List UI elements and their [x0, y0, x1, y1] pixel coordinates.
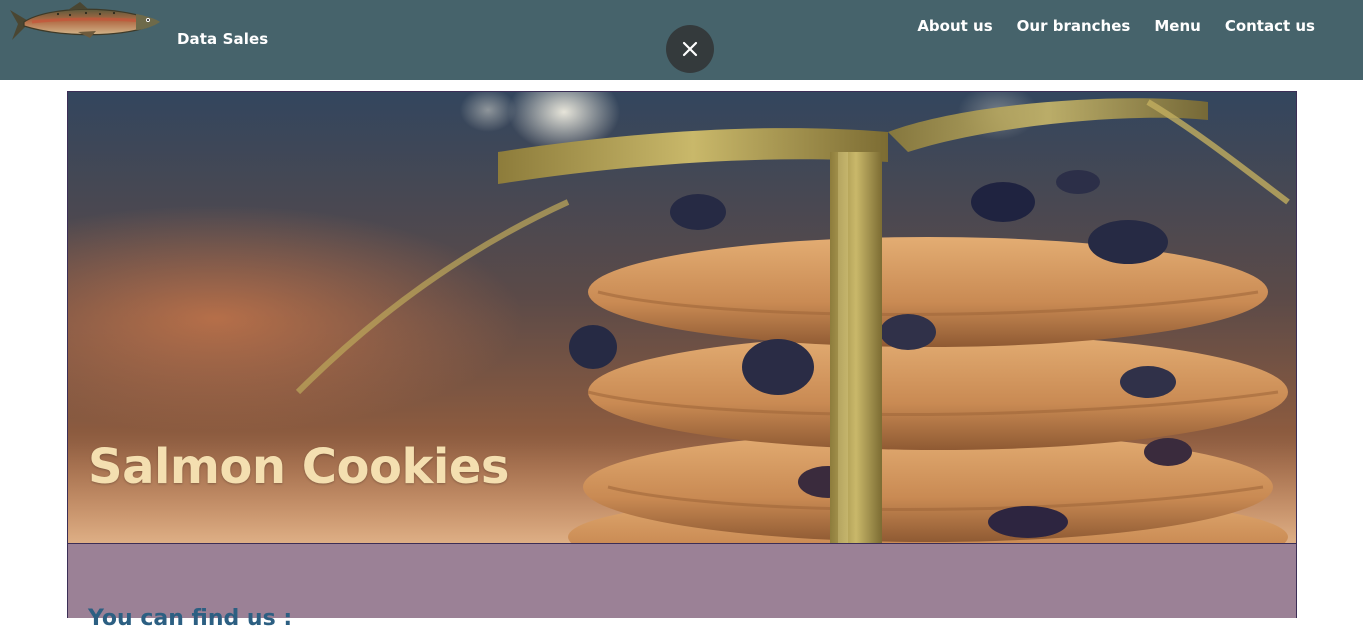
find-us-heading: You can find us : [88, 606, 293, 631]
site-header: Data Sales About us Our branches Menu Co… [0, 0, 1363, 80]
salmon-fish-icon[interactable] [8, 0, 164, 48]
close-icon [682, 41, 698, 57]
hero-banner: Salmon Cookies [67, 91, 1297, 544]
find-us-section: You can find us : [67, 544, 1297, 631]
brand-name: Data Sales [177, 30, 269, 48]
nav-about-us[interactable]: About us [917, 17, 992, 35]
close-button[interactable] [666, 25, 714, 73]
nav-our-branches[interactable]: Our branches [1017, 17, 1131, 35]
hero-title: Salmon Cookies [88, 439, 509, 496]
nav-contact-us[interactable]: Contact us [1225, 17, 1315, 35]
nav-menu[interactable]: Menu [1154, 17, 1200, 35]
main-nav: About us Our branches Menu Contact us [917, 17, 1315, 35]
